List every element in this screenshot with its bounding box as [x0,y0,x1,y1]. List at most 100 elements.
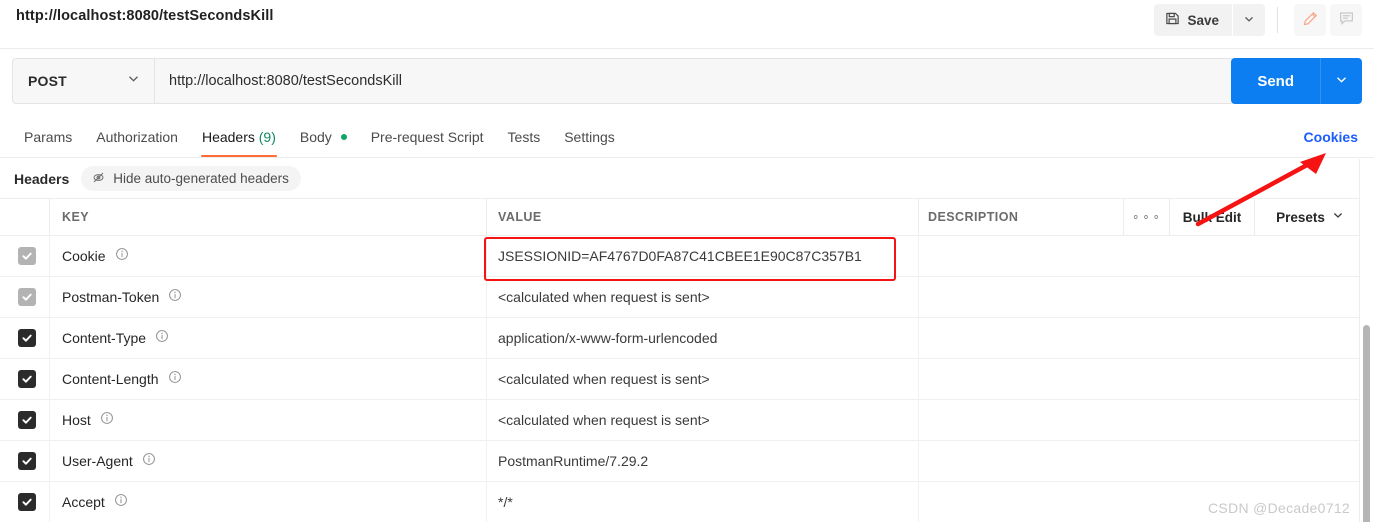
header-value-cell[interactable]: JSESSIONID=AF4767D0FA87C41CBEE1E90C87C35… [487,235,919,277]
tab-authorization[interactable]: Authorization [84,119,190,157]
save-options-button[interactable] [1233,4,1265,36]
tab-body[interactable]: Body [288,119,359,157]
info-circle-icon[interactable] [100,411,114,430]
scrollbar-track[interactable] [1359,159,1374,522]
column-key-label: KEY [62,210,90,224]
row-checkbox-cell [0,399,50,441]
request-title: http://localhost:8080/testSecondsKill [16,8,274,24]
chevron-down-icon [127,72,140,90]
header-enabled-checkbox[interactable] [18,411,36,429]
row-checkbox-cell [0,358,50,400]
info-circle-icon[interactable] [142,452,156,471]
chevron-down-icon [1332,208,1344,226]
header-enabled-checkbox[interactable] [18,288,36,306]
header-value-cell[interactable]: PostmanRuntime/7.29.2 [487,440,919,482]
header-description-cell[interactable] [919,236,1365,277]
edit-request-button[interactable] [1294,4,1326,36]
comment-button[interactable] [1330,4,1362,36]
table-header-row: KEY VALUE DESCRIPTION ⚬⚬⚬ Bulk Edit Pres… [0,198,1365,236]
header-key-label: User-Agent [62,453,133,469]
bulk-edit-label: Bulk Edit [1182,209,1242,225]
header-enabled-checkbox[interactable] [18,247,36,265]
header-description-cell[interactable] [919,441,1365,482]
header-key-cell[interactable]: Accept [50,481,487,522]
header-key-cell[interactable]: Content-Length [50,358,487,400]
header-key-label: Content-Length [62,371,159,387]
row-checkbox-cell [0,276,50,318]
header-description-cell[interactable] [919,400,1365,441]
tab-params[interactable]: Params [12,119,84,157]
header-value-label: <calculated when request is sent> [498,371,710,387]
info-circle-icon[interactable] [168,288,182,307]
cookies-link[interactable]: Cookies [1304,129,1358,145]
header-description-cell[interactable] [919,318,1365,359]
header-enabled-checkbox[interactable] [18,329,36,347]
header-description-cell[interactable] [919,359,1365,400]
table-row: Content-Length <calculated when request i… [0,358,1365,400]
tab-label: Body [299,129,332,145]
chevron-down-icon [1243,13,1255,28]
table-options-button[interactable]: ⚬⚬⚬ [1124,198,1170,236]
header-key-label: Postman-Token [62,289,160,305]
url-value: http://localhost:8080/testSecondsKill [169,73,402,89]
header-enabled-checkbox[interactable] [18,493,36,511]
headers-section-title: Headers [14,170,70,187]
info-circle-icon[interactable] [168,370,182,389]
header-enabled-checkbox[interactable] [18,452,36,470]
headers-subbar: Headers Hide auto-generated headers [0,159,1374,198]
url-input[interactable]: http://localhost:8080/testSecondsKill [154,58,1235,104]
tab-tests[interactable]: Tests [496,119,553,157]
header-key-cell[interactable]: Cookie [50,235,487,277]
header-value-label: <calculated when request is sent> [498,289,710,305]
header-description-cell[interactable] [919,277,1365,318]
headers-count: (9) [258,129,276,145]
table-row: Host <calculated when request is sent> [0,399,1365,441]
tab-headers[interactable]: Headers (9) [190,119,288,157]
postman-request-pane: http://localhost:8080/testSecondsKill Sa… [0,0,1374,522]
tab-label: Params [24,129,73,145]
http-method-selector[interactable]: POST [12,58,154,104]
url-bar: POST http://localhost:8080/testSecondsKi… [12,58,1235,104]
send-button[interactable]: Send [1231,58,1320,104]
chevron-down-icon [1335,73,1348,89]
info-circle-icon[interactable] [115,247,129,266]
http-method-label: POST [28,73,67,89]
header-value-cell[interactable]: application/x-www-form-urlencoded [487,317,919,359]
column-checkbox [0,198,50,236]
header-enabled-checkbox[interactable] [18,370,36,388]
header-value-cell[interactable]: <calculated when request is sent> [487,276,919,318]
save-button-group: Save [1154,4,1265,36]
send-options-button[interactable] [1320,58,1362,104]
header-value-cell[interactable]: */* [487,481,919,522]
presets-label: Presets [1276,209,1325,225]
header-key-cell[interactable]: Postman-Token [50,276,487,318]
hide-auto-generated-headers-label: Hide auto-generated headers [113,171,289,186]
body-modified-dot-icon [340,134,347,140]
eye-slash-icon [91,170,106,188]
header-key-cell[interactable]: User-Agent [50,440,487,482]
info-circle-icon[interactable] [155,329,169,348]
header-key-cell[interactable]: Host [50,399,487,441]
tab-label: Tests [507,129,541,145]
hide-auto-generated-headers-button[interactable]: Hide auto-generated headers [81,166,301,191]
pencil-icon [1302,10,1319,30]
column-value-label: VALUE [498,210,542,224]
header-value-cell[interactable]: <calculated when request is sent> [487,358,919,400]
tab-settings[interactable]: Settings [552,119,627,157]
header-key-cell[interactable]: Content-Type [50,317,487,359]
presets-button[interactable]: Presets [1255,198,1365,236]
save-button[interactable]: Save [1154,4,1232,36]
tab-label: Settings [564,129,615,145]
column-value: VALUE [487,198,919,236]
tab-pre-request-script[interactable]: Pre-request Script [359,119,496,157]
bulk-edit-button[interactable]: Bulk Edit [1170,198,1255,236]
header-key-label: Content-Type [62,330,147,346]
header-value-cell[interactable]: <calculated when request is sent> [487,399,919,441]
comment-icon [1338,10,1355,30]
table-row: Postman-Token <calculated when request is… [0,276,1365,318]
table-row: Content-Type application/x-www-form-urlen… [0,317,1365,359]
info-circle-icon[interactable] [114,493,128,512]
floppy-disk-icon [1165,11,1180,29]
scrollbar-thumb[interactable] [1363,325,1370,522]
tab-label: Authorization [96,129,178,145]
